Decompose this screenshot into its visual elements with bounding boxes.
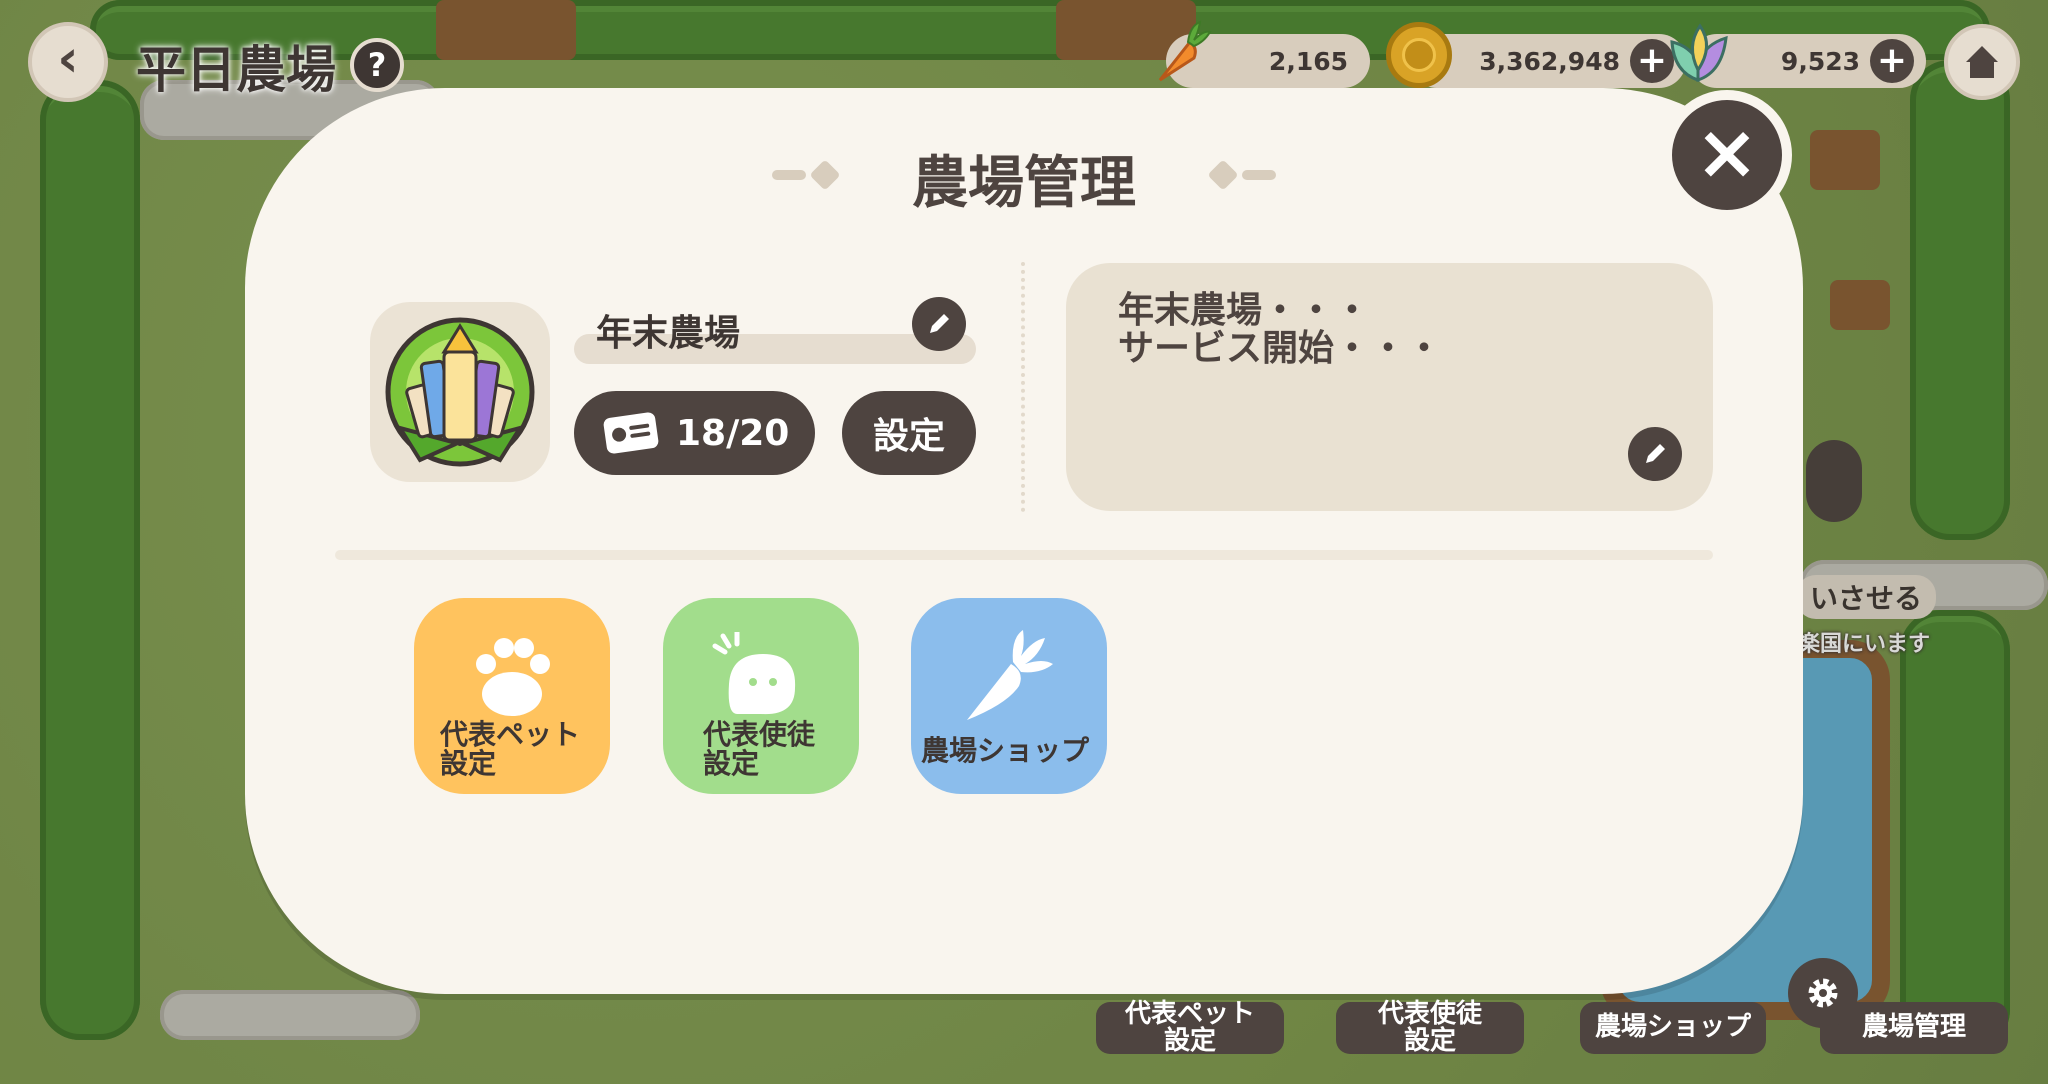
farm-management-modal (245, 88, 1803, 994)
farm-description: 年末農場・・・ サービス開始・・・ (1118, 290, 1443, 370)
id-card-icon (603, 412, 659, 454)
apostle-settings-button[interactable]: 代表使徒 設定 (663, 598, 859, 794)
bottom-manage-label: 農場管理 (1861, 1012, 1966, 1043)
bottom-pet-button[interactable]: 代表ペット 設定 (1096, 998, 1284, 1056)
crayon-emblem-icon (385, 317, 535, 467)
section-divider (1021, 262, 1025, 512)
help-icon[interactable]: ? (350, 38, 404, 92)
carrot-amount: 2,165 (1268, 46, 1348, 76)
add-leaf-button[interactable]: + (1870, 39, 1914, 83)
title-decoration (772, 170, 806, 180)
member-count: 18/20 (676, 412, 790, 454)
pet-settings-button[interactable]: 代表ペット 設定 (414, 598, 610, 794)
carrot-icon (967, 630, 1053, 720)
pencil-icon (1646, 444, 1665, 463)
member-settings-button[interactable]: 設定 (842, 391, 976, 475)
pet-settings-label: 代表ペット 設定 (440, 718, 581, 781)
home-button[interactable] (1944, 24, 2020, 100)
back-button[interactable]: ‹ (28, 22, 108, 102)
bottom-pet-label: 代表ペット 設定 (1124, 998, 1255, 1056)
farm-shop-label: 農場ショップ (921, 734, 1090, 767)
chevron-left-icon: ‹ (57, 29, 79, 89)
farm-shop-button[interactable]: 農場ショップ (911, 598, 1107, 794)
carrot-icon (1158, 20, 1212, 82)
farm-settings-button[interactable] (1788, 958, 1858, 1028)
title-decoration (1242, 170, 1276, 180)
edit-description-button[interactable] (1628, 427, 1682, 481)
pencil-icon (930, 314, 949, 333)
farm-title: 平日農場 (136, 41, 336, 99)
paw-icon (476, 638, 550, 716)
farm-emblem[interactable] (370, 302, 550, 482)
horizontal-divider (335, 550, 1713, 560)
blob-icon (712, 632, 796, 715)
bottom-apostle-label: 代表使徒 設定 (1377, 998, 1482, 1056)
leaf-amount: 9,523 (1780, 46, 1860, 76)
bottom-shop-label: 農場ショップ (1594, 1012, 1751, 1043)
close-icon: × (1695, 107, 1759, 196)
member-count-badge: 18/20 (574, 391, 815, 475)
home-icon (1966, 46, 1998, 78)
close-button[interactable]: × (1662, 90, 1792, 220)
gear-icon (1808, 978, 1838, 1008)
apostle-settings-label: 代表使徒 設定 (703, 718, 816, 781)
farm-name-value: 年末農場 (596, 313, 741, 354)
bottom-shop-button[interactable]: 農場ショップ (1580, 1002, 1766, 1054)
edit-name-button[interactable] (912, 297, 966, 351)
bottom-apostle-button[interactable]: 代表使徒 設定 (1336, 998, 1524, 1056)
leaf-icon (1670, 23, 1728, 83)
coin-amount: 3,362,948 (1479, 46, 1620, 76)
coin-icon (1386, 22, 1452, 88)
